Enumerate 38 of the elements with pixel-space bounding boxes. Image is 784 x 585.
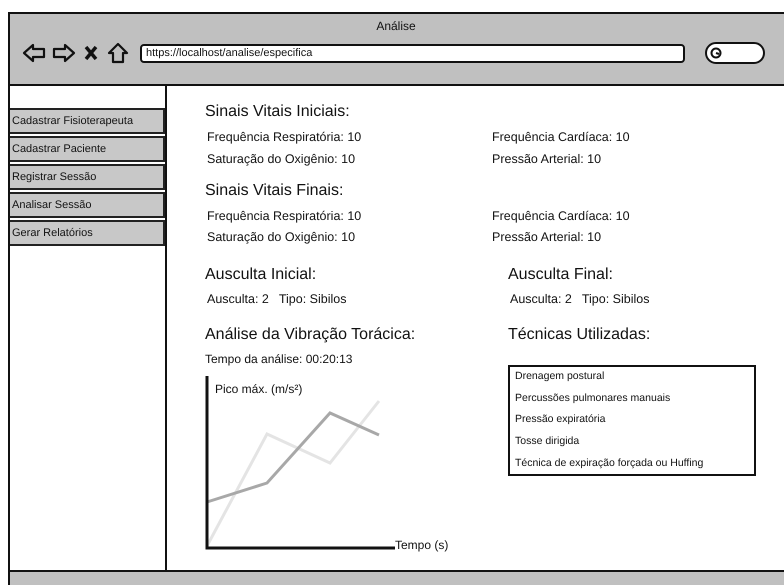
forward-icon[interactable] bbox=[52, 41, 76, 65]
section-heading: Análise da Vibração Torácica: bbox=[205, 324, 416, 345]
technique-item: Técnica de expiração forçada ou Huffing bbox=[515, 456, 704, 471]
vital-sign-text: Frequência Respiratória: 10 bbox=[207, 208, 362, 225]
search-icon bbox=[710, 47, 722, 59]
vital-sign-text: Saturação do Oxigênio: 10 bbox=[207, 229, 356, 246]
section-heading: Técnicas Utilizadas: bbox=[508, 324, 652, 345]
vital-sign-text: Frequência Respiratória: 10 bbox=[207, 129, 362, 146]
vital-sign-text: Saturação do Oxigênio: 10 bbox=[207, 150, 356, 168]
vital-sign-text: Pressão Arterial: 10 bbox=[492, 150, 602, 168]
home-icon[interactable] bbox=[106, 41, 130, 65]
sidebar-item[interactable]: Cadastrar Fisioterapeuta bbox=[10, 108, 165, 134]
technique-item: Percussões pulmonares manuais bbox=[515, 390, 672, 406]
window-title: Análise bbox=[375, 18, 417, 35]
back-icon[interactable] bbox=[22, 41, 46, 65]
section-heading: Ausculta Final: bbox=[508, 265, 614, 285]
section-heading: Sinais Vitais Finais: bbox=[205, 180, 344, 200]
address-field[interactable]: https://localhost/analise/especifica bbox=[140, 44, 685, 62]
technique-item: Drenagem postural bbox=[515, 368, 606, 384]
y-axis-label: Pico máx. (m/s²) bbox=[215, 380, 302, 398]
technique-item: Pressão expiratória bbox=[515, 412, 606, 428]
section-heading: Sinais Vitais Iniciais: bbox=[205, 102, 351, 122]
technique-item: Tosse dirigida bbox=[515, 434, 580, 449]
section-heading: Ausculta Inicial: bbox=[205, 265, 318, 285]
search-field[interactable] bbox=[705, 42, 765, 64]
vital-sign-text: Frequência Cardíaca: 10 bbox=[492, 208, 631, 225]
analysis-time-text: Tempo da análise: 00:20:13 bbox=[205, 350, 354, 368]
auscultation-type: Tipo: Sibilos bbox=[582, 291, 650, 308]
x-axis-label: Tempo (s) bbox=[395, 536, 448, 554]
auscultation-text: Ausculta: 2 bbox=[207, 291, 269, 308]
sidebar-item[interactable]: Cadastrar Paciente bbox=[10, 136, 165, 162]
sidebar-item[interactable]: Gerar Relatórios bbox=[10, 220, 165, 246]
auscultation-text: Ausculta: 2 bbox=[510, 291, 572, 308]
sidebar-item[interactable]: Registrar Sessão bbox=[10, 164, 165, 190]
vital-sign-text: Frequência Cardíaca: 10 bbox=[492, 129, 631, 146]
sidebar-item[interactable]: Analisar Sessão bbox=[10, 192, 165, 218]
vital-sign-text: Pressão Arterial: 10 bbox=[492, 229, 602, 246]
auscultation-type: Tipo: Sibilos bbox=[278, 291, 346, 308]
